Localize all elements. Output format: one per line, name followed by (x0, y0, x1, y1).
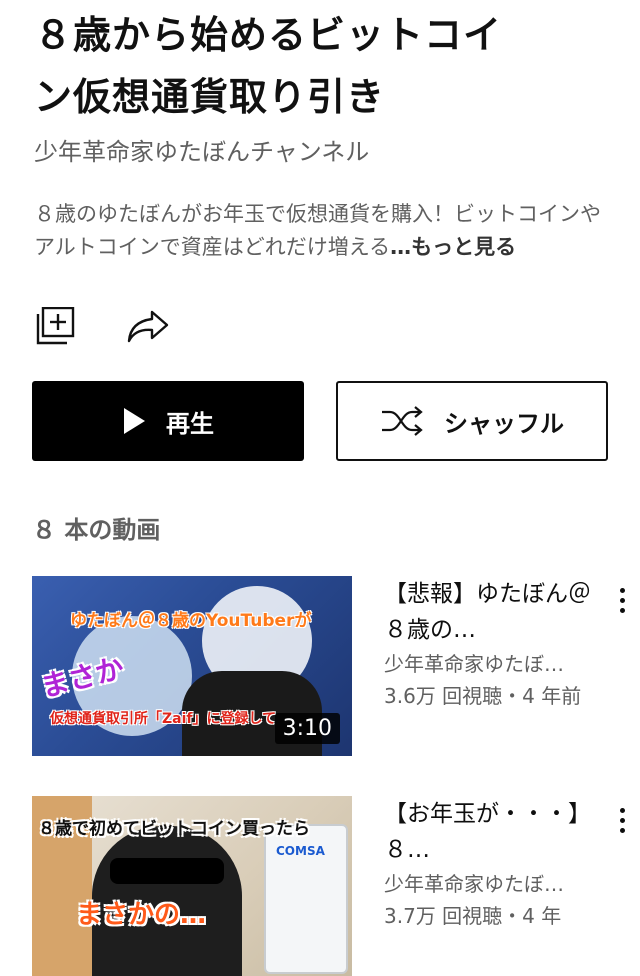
shuffle-icon (380, 405, 424, 437)
list-item[interactable]: ゆたぼん＠８歳のYouTuberが まさか 仮想通貨取引所「Zaif」に登録して… (32, 576, 632, 756)
video-count: ８ 本の動画 (32, 516, 161, 544)
shuffle-button[interactable]: シャッフル (336, 381, 608, 461)
thumbnail-caption-bottom: 仮想通貨取引所「Zaif」に登録して (50, 711, 277, 727)
playlist-description[interactable]: ８歳のゆたぼんがお年玉で仮想通貨を購入！ビットコインやアルトコインで資産はどれだ… (34, 198, 604, 264)
thumbnail-phone: COMSA (264, 824, 348, 974)
list-item[interactable]: COMSA ８歳で初めてビットコイン買ったら まさかの… 【お年玉が・・・】８…… (32, 796, 632, 976)
description-ellipsis: … (390, 235, 412, 259)
playlist-title: ８歳から始めるビットコイ ン仮想通貨取り引き (34, 4, 594, 128)
playlist-title-line2: ン仮想通貨取り引き (34, 75, 386, 119)
video-stats: 3.7万 回視聴・4 年 (384, 904, 562, 928)
more-vert-icon[interactable] (612, 588, 632, 618)
channel-name[interactable]: 少年革命家ゆたぼんチャンネル (34, 132, 369, 167)
video-title[interactable]: 【悲報】ゆたぼん＠８歳の… (384, 576, 594, 648)
play-icon (122, 407, 146, 435)
playlist-title-line1: ８歳から始めるビットコイ (34, 13, 503, 57)
video-channel[interactable]: 少年革命家ゆたぼ… (384, 868, 594, 900)
video-title[interactable]: 【お年玉が・・・】８… (384, 796, 594, 868)
video-thumbnail[interactable]: COMSA ８歳で初めてビットコイン買ったら まさかの… (32, 796, 352, 976)
video-thumbnail[interactable]: ゆたぼん＠８歳のYouTuberが まさか 仮想通貨取引所「Zaif」に登録して… (32, 576, 352, 756)
video-meta[interactable]: 【悲報】ゆたぼん＠８歳の… 少年革命家ゆたぼ… 3.6万 回視聴・4 年前 (384, 576, 594, 712)
play-all-button[interactable]: 再生 (32, 381, 304, 461)
video-duration: 3:10 (274, 713, 340, 744)
add-to-library-icon[interactable] (36, 306, 76, 345)
share-icon[interactable] (126, 306, 170, 346)
thumbnail-caption-top: ８歳で初めてビットコイン買ったら (38, 819, 310, 839)
video-meta[interactable]: 【お年玉が・・・】８… 少年革命家ゆたぼ… 3.7万 回視聴・4 年 (384, 796, 594, 932)
video-stats: 3.6万 回視聴・4 年前 (384, 684, 582, 708)
thumbnail-caption-mid: まさかの… (76, 900, 207, 930)
thumbnail-caption-top: ゆたぼん＠８歳のYouTuberが (70, 611, 312, 631)
video-channel[interactable]: 少年革命家ゆたぼ… (384, 648, 594, 680)
more-link[interactable]: もっと見る (411, 235, 516, 259)
thumbnail-sunglasses (110, 858, 224, 884)
more-vert-icon[interactable] (612, 808, 632, 838)
play-label: 再生 (166, 409, 214, 438)
shuffle-label: シャッフル (444, 409, 564, 438)
